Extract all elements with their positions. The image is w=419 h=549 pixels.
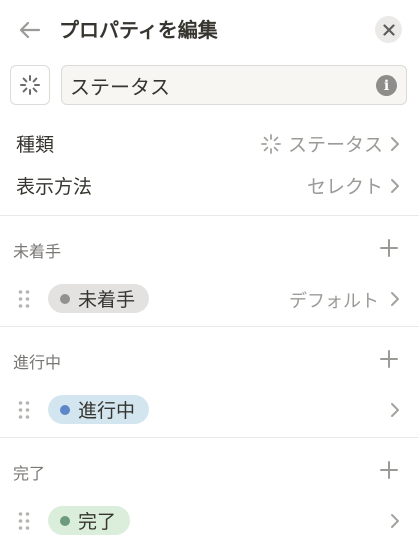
option-pill: 未着手 xyxy=(48,284,150,313)
divider xyxy=(0,215,419,216)
option-row[interactable]: 進行中 xyxy=(0,392,419,428)
add-option-button[interactable] xyxy=(377,458,401,482)
status-spinner-icon xyxy=(261,133,281,154)
divider xyxy=(0,437,419,438)
panel-header: プロパティを編集 xyxy=(0,0,419,58)
group-title: 完了 xyxy=(13,464,46,483)
close-button[interactable] xyxy=(375,16,402,43)
property-type-row[interactable]: 種類 ステータス xyxy=(0,126,419,162)
property-type-label: 種類 xyxy=(16,134,55,156)
group-header-in-progress: 進行中 xyxy=(0,343,419,377)
option-label: 未着手 xyxy=(78,289,136,311)
property-type-value: ステータス xyxy=(260,130,383,157)
group-title: 進行中 xyxy=(13,353,62,372)
option-pill: 進行中 xyxy=(48,395,150,424)
option-label: 進行中 xyxy=(78,400,136,422)
plus-icon xyxy=(380,239,398,257)
color-dot xyxy=(60,404,70,415)
color-dot xyxy=(60,515,70,526)
status-spinner-icon xyxy=(20,75,40,95)
arrow-left-icon xyxy=(19,21,41,39)
chevron-right-icon xyxy=(391,403,399,417)
option-pill: 完了 xyxy=(48,506,131,535)
chevron-right-icon xyxy=(391,137,399,151)
group-title: 未着手 xyxy=(13,242,62,261)
chevron-right-icon xyxy=(391,292,399,306)
default-badge: デフォルト xyxy=(289,291,379,312)
chevron-right-icon xyxy=(391,514,399,528)
divider xyxy=(0,326,419,327)
property-icon-button[interactable] xyxy=(10,65,50,105)
plus-icon xyxy=(380,350,398,368)
display-mode-label: 表示方法 xyxy=(16,176,93,198)
drag-handle-icon[interactable] xyxy=(17,400,31,420)
property-name-input[interactable]: ステータス i xyxy=(61,65,407,105)
drag-handle-icon[interactable] xyxy=(17,511,31,531)
display-mode-value: セレクト xyxy=(307,172,383,199)
property-type-value-text: ステータス xyxy=(287,134,383,156)
property-name-value: ステータス xyxy=(70,74,170,99)
color-dot xyxy=(60,293,70,304)
option-row[interactable]: 未着手 デフォルト xyxy=(0,281,419,317)
group-header-todo: 未着手 xyxy=(0,232,419,266)
display-mode-row[interactable]: 表示方法 セレクト xyxy=(0,168,419,204)
add-option-button[interactable] xyxy=(377,236,401,260)
add-option-button[interactable] xyxy=(377,347,401,371)
edit-property-panel: プロパティを編集 ステータス i 種類 ステータス 表示方法 セレクト 未着手 … xyxy=(0,0,419,549)
back-button[interactable] xyxy=(16,16,44,44)
option-label: 完了 xyxy=(78,511,117,533)
display-mode-value-text: セレクト xyxy=(306,176,383,198)
info-icon-glyph: i xyxy=(383,77,390,94)
plus-icon xyxy=(380,461,398,479)
option-row[interactable]: 完了 xyxy=(0,503,419,539)
panel-title: プロパティを編集 xyxy=(59,18,218,42)
drag-handle-icon[interactable] xyxy=(17,289,31,309)
group-header-done: 完了 xyxy=(0,454,419,488)
info-icon[interactable]: i xyxy=(376,75,397,96)
chevron-right-icon xyxy=(391,179,399,193)
close-icon xyxy=(382,23,395,36)
